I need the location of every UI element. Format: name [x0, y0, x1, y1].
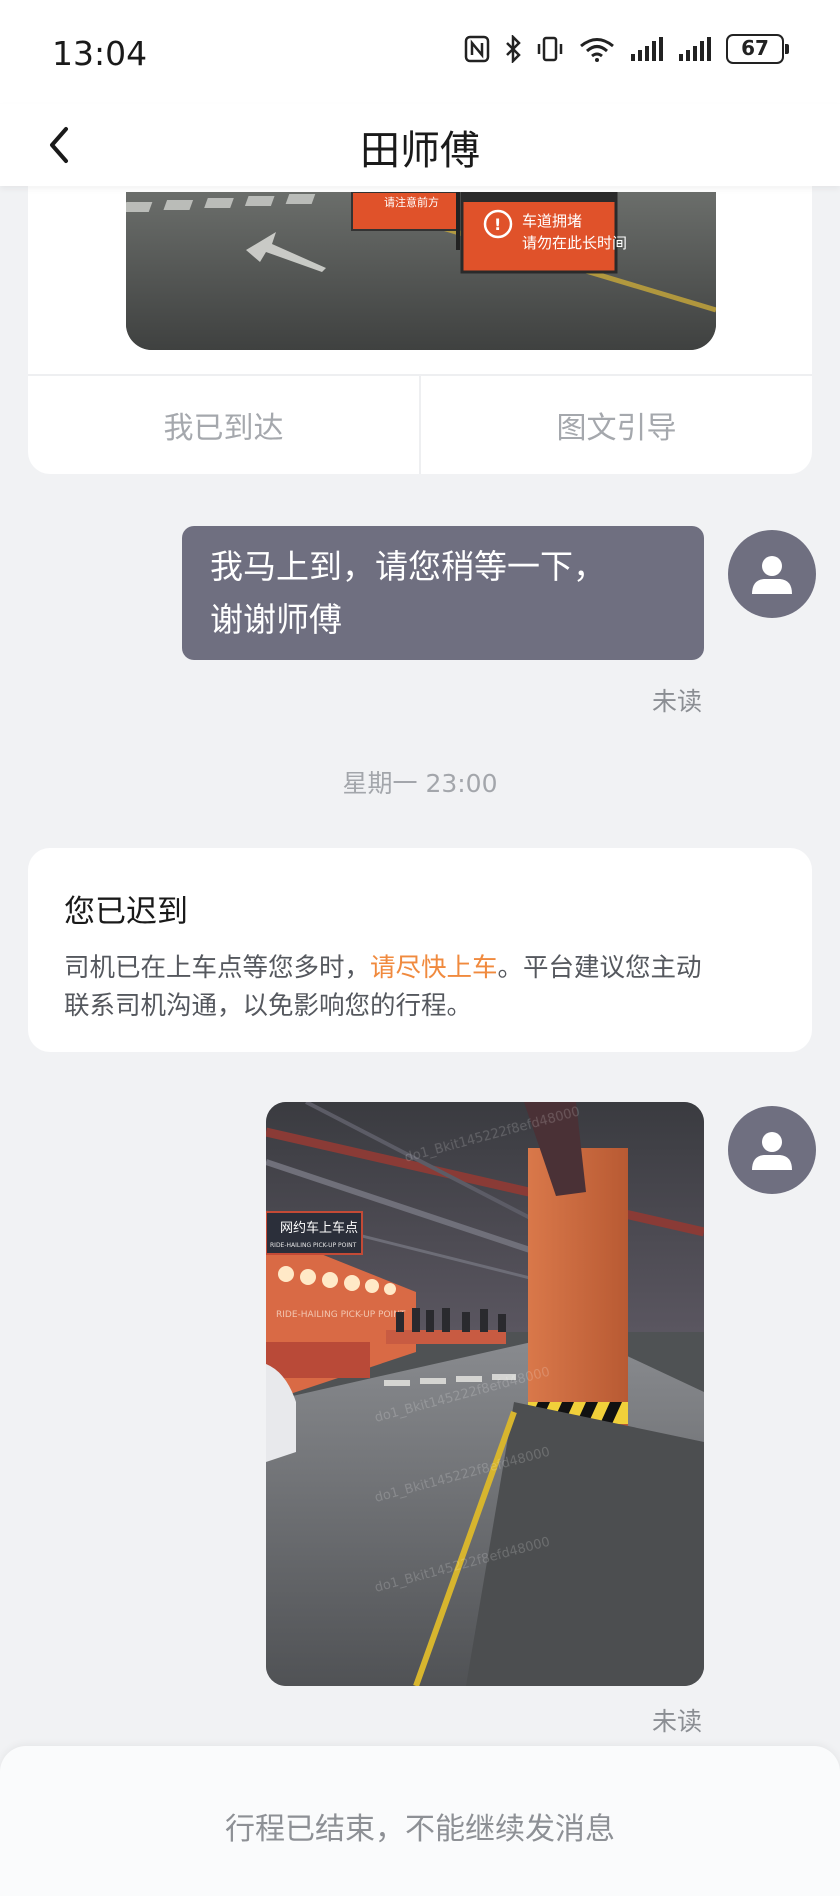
photo-sign-right: 车道拥堵 — [522, 212, 582, 230]
pickup-photo-art: 请注意前方 ! 车道拥堵 请勿在此长时间 — [126, 192, 716, 350]
user-icon — [752, 556, 792, 594]
garage-photo-art: RIDE-HAILING PICK-UP POINT 网约车上车点 RIDE-H… — [266, 1102, 704, 1686]
avatar[interactable] — [728, 1106, 816, 1194]
chat-header: 田师傅 — [0, 104, 840, 186]
photo-sign-right-sub: 请勿在此长时间 — [522, 234, 627, 252]
status-time: 13:04 — [52, 34, 148, 73]
read-status: 未读 — [652, 1707, 703, 1736]
user-icon — [752, 1132, 792, 1170]
arrived-button[interactable]: 我已到达 — [28, 376, 419, 474]
signal-icon — [631, 37, 663, 61]
notice-text-part: 。平台建议您主动 — [497, 953, 702, 983]
status-icons: 67 — [464, 34, 789, 64]
photo-sign-pickup: 网约车上车点 — [280, 1220, 358, 1236]
message-line: 谢谢师傅 — [210, 600, 342, 639]
trip-ended-notice: 行程已结束，不能继续发消息 — [225, 1812, 615, 1847]
notice-title: 您已迟到 — [64, 894, 188, 930]
message-line: 我马上到，请您稍等一下， — [210, 547, 606, 586]
nfc-icon — [464, 35, 490, 63]
outgoing-message-bubble[interactable]: 我马上到，请您稍等一下， 谢谢师傅 — [182, 526, 704, 660]
notice-text-part: 联系司机沟通，以免影响您的行程。 — [64, 991, 473, 1021]
photo-sign-left: 请注意前方 — [384, 195, 439, 209]
bluetooth-icon — [506, 35, 521, 63]
avatar[interactable] — [728, 530, 816, 618]
notice-highlight: 请尽快上车 — [370, 953, 498, 983]
pickup-guide-card: 请注意前方 ! 车道拥堵 请勿在此长时间 我已到达 图文引导 — [28, 186, 812, 474]
message-timestamp: 星期一 23:00 — [342, 769, 498, 798]
pickup-guide-actions: 我已到达 图文引导 — [28, 374, 812, 474]
signal-icon — [679, 37, 711, 61]
wifi-icon — [580, 38, 614, 62]
svg-text:!: ! — [494, 215, 501, 234]
photo-sign-pickup-sub: RIDE-HAILING PICK-UP POINT — [270, 1242, 357, 1249]
late-notice-card: 您已迟到 司机已在上车点等您多时，请尽快上车。平台建议您主动 联系司机沟通，以免… — [28, 848, 812, 1052]
wall-text: RIDE-HAILING PICK-UP POINT — [276, 1310, 406, 1320]
chat-input-footer: 行程已结束，不能继续发消息 — [0, 1746, 840, 1896]
battery-icon: 67 — [726, 34, 789, 64]
vibrate-icon — [537, 36, 563, 62]
photo-guide-button[interactable]: 图文引导 — [419, 376, 812, 474]
notice-text-part: 司机已在上车点等您多时， — [64, 953, 371, 983]
sent-photo-message[interactable]: RIDE-HAILING PICK-UP POINT 网约车上车点 RIDE-H… — [266, 1102, 704, 1686]
notice-text: 司机已在上车点等您多时，请尽快上车。平台建议您主动 联系司机沟通，以免影响您的行… — [64, 949, 776, 1025]
read-status: 未读 — [652, 687, 703, 716]
pickup-location-photo[interactable]: 请注意前方 ! 车道拥堵 请勿在此长时间 — [126, 192, 716, 350]
page-title: 田师傅 — [360, 128, 480, 174]
status-bar: 13:04 67 — [0, 0, 840, 104]
